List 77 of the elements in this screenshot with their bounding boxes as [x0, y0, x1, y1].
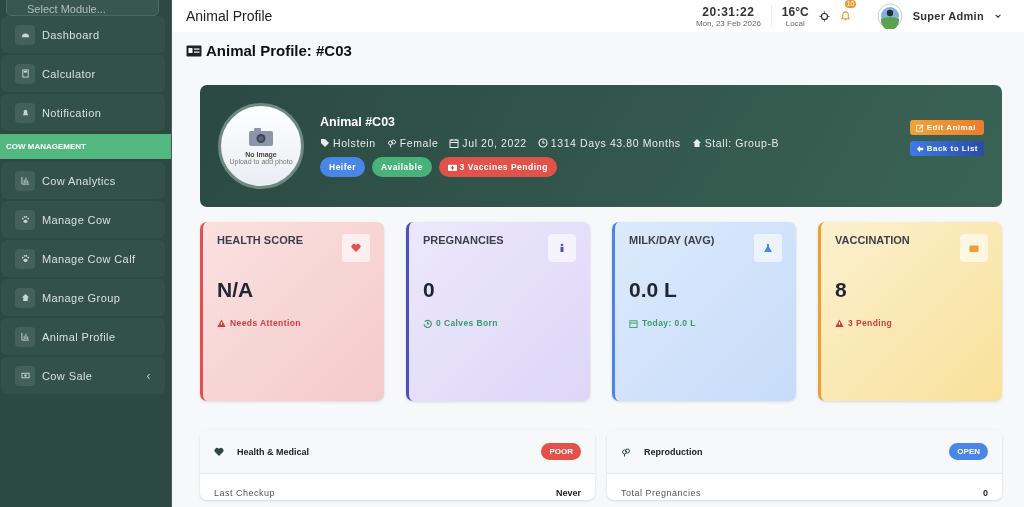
fact-icon — [320, 138, 330, 148]
row-label: Last Checkup — [214, 488, 276, 498]
animal-name: Animal #C03 — [320, 115, 397, 129]
temperature-label: Local — [785, 18, 805, 28]
sidebar-item[interactable]: Animal Profile — [1, 318, 165, 355]
menu-icon — [15, 248, 35, 269]
fact-text: Jul 20, 2022 — [462, 137, 527, 149]
stat-icon — [960, 234, 988, 262]
stat-value: N/A — [217, 278, 255, 302]
panel-title: Reproduction — [644, 446, 704, 457]
row-value: Never — [555, 488, 581, 498]
medical-kit-icon — [447, 163, 457, 171]
stat-icon — [342, 234, 370, 262]
fact-text: 1314 Days 43.80 Months — [550, 137, 681, 149]
menu-icon — [15, 365, 35, 386]
status-badge: 3 Vaccines Pending — [438, 157, 557, 177]
clock-date: Mon, 23 Feb 2026 — [695, 18, 761, 28]
fact-text: Holstein — [333, 137, 376, 149]
menu-icon — [15, 326, 35, 347]
clock-time: 20:31:22 — [702, 4, 755, 19]
stat-note: 3 Pending — [848, 318, 893, 328]
stat-title: HEALTH SCORE — [217, 234, 303, 246]
status-badge: Heifer — [320, 157, 366, 177]
fact-icon — [537, 138, 548, 148]
sidebar-item[interactable]: Manage Cow — [1, 201, 165, 238]
panel-icon — [621, 446, 631, 457]
menu-icon — [15, 287, 35, 308]
sidebar-item[interactable]: Dashboard — [1, 16, 165, 53]
stat-value: 0.0 L — [629, 278, 678, 302]
id-card-icon — [186, 44, 202, 57]
sun-icon[interactable] — [818, 10, 830, 22]
menu-icon — [15, 63, 35, 84]
sidebar-item[interactable]: Manage Cow Calf — [1, 240, 165, 277]
module-select[interactable]: Select Module... — [6, 0, 159, 16]
menu-icon — [15, 209, 35, 230]
status-badge: POOR — [541, 443, 581, 460]
camera-icon — [249, 127, 273, 146]
fact-icon — [386, 138, 397, 148]
stat-note: Needs Attention — [230, 318, 301, 328]
section-header: COW MANAGEMENT — [0, 134, 171, 159]
fact-icon — [691, 138, 702, 148]
back-button[interactable]: Back to List — [909, 141, 984, 156]
fact-icon — [449, 138, 460, 148]
sidebar-item[interactable]: Cow Sale ‹ — [1, 357, 165, 394]
stat-icon — [548, 234, 576, 262]
stat-value: 8 — [835, 278, 848, 302]
menu-icon — [15, 102, 35, 123]
page-title: Animal Profile — [186, 8, 274, 24]
stat-title: PREGNANCIES — [423, 234, 504, 246]
sidebar-item[interactable]: Manage Group — [1, 279, 165, 316]
status-badge: OPEN — [949, 443, 988, 460]
menu-icon — [15, 170, 35, 191]
avatar[interactable] — [876, 3, 903, 29]
row-value: 0 — [983, 488, 988, 498]
user-menu[interactable]: Super Admin — [912, 10, 984, 22]
row-label: Total Pregnancies — [621, 488, 702, 498]
stat-note: Today: 0.0 L — [642, 318, 696, 328]
fact-text: Female — [399, 137, 439, 149]
stat-title: MILK/DAY (AVG) — [629, 234, 715, 246]
stat-title: VACCINATION — [835, 234, 910, 246]
fact-text: Stall: Group-B — [704, 137, 780, 149]
sidebar-item[interactable]: Cow Analytics — [1, 162, 165, 199]
page-heading: Animal Profile: #C03 — [206, 42, 352, 59]
temperature: 16°C — [781, 4, 809, 19]
sidebar-item[interactable]: Calculator — [1, 55, 165, 92]
stat-note: 0 Calves Born — [436, 318, 498, 328]
status-badge: Available — [372, 157, 432, 177]
arrow-left-icon — [915, 144, 924, 153]
caret-icon: ‹ — [146, 368, 151, 383]
stat-icon — [754, 234, 782, 262]
panel-title: Health & Medical — [237, 446, 311, 457]
stat-value: 0 — [423, 278, 436, 302]
edit-icon — [915, 123, 924, 132]
menu-icon — [15, 24, 35, 45]
sidebar-item[interactable]: Notification — [1, 94, 165, 131]
panel-icon — [214, 446, 224, 457]
chevron-down-icon[interactable] — [994, 12, 1002, 20]
